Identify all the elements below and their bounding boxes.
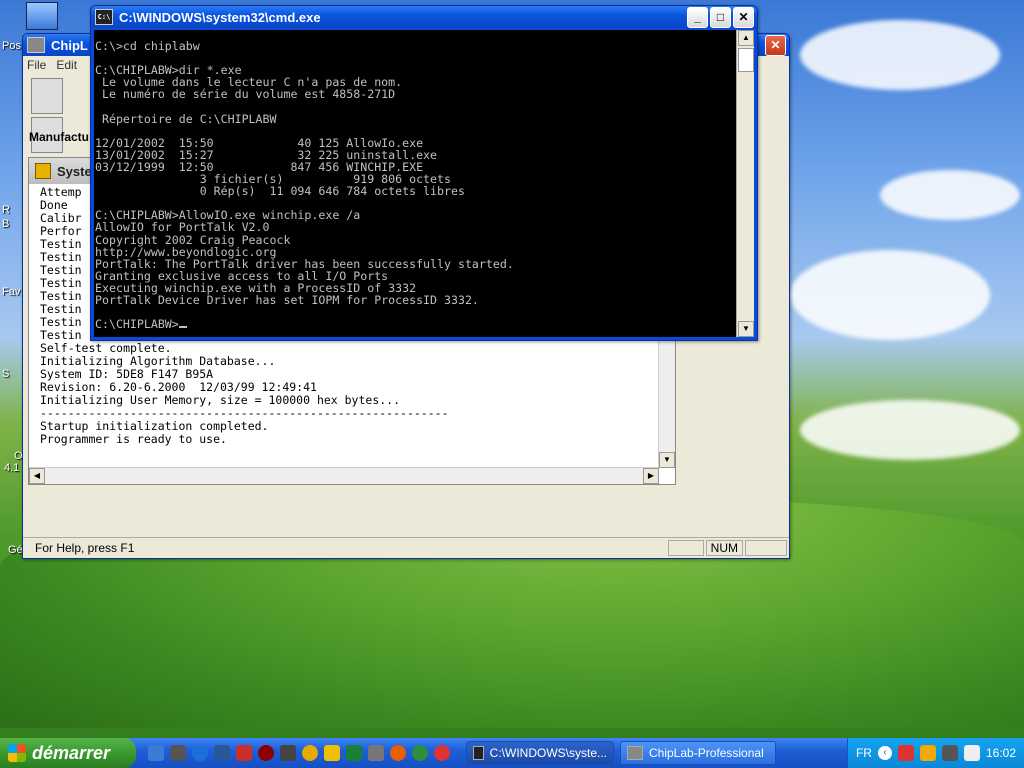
- close-icon[interactable]: ✕: [765, 34, 786, 56]
- cmd-titlebar[interactable]: C:\ C:\WINDOWS\system32\cmd.exe _ □ ✕: [91, 6, 757, 28]
- tray-icon[interactable]: [919, 745, 936, 761]
- language-indicator[interactable]: FR: [856, 746, 872, 760]
- quick-launch: [148, 745, 450, 761]
- task-cmd-label: C:\WINDOWS\syste...: [489, 746, 607, 760]
- acrobat-icon[interactable]: [236, 745, 252, 761]
- tool-icon[interactable]: [368, 745, 384, 761]
- my-computer-icon[interactable]: [26, 2, 58, 30]
- cmd-app-icon: C:\: [95, 9, 113, 25]
- media-player-icon[interactable]: [302, 745, 318, 761]
- text-cursor: [178, 326, 187, 329]
- scroll-left-arrow-icon[interactable]: ◀: [29, 468, 45, 484]
- cmd-vertical-scrollbar[interactable]: ▲ ▼: [736, 30, 754, 337]
- desktop-label[interactable]: 4.1: [4, 462, 19, 474]
- start-label: démarrer: [32, 742, 111, 763]
- status-help-text: For Help, press F1: [35, 541, 135, 555]
- manufacturer-label: Manufactu: [29, 130, 89, 144]
- scroll-up-arrow-icon[interactable]: ▲: [738, 30, 754, 46]
- desktop-label[interactable]: Fav: [2, 286, 20, 298]
- task-chiplab[interactable]: ChipLab-Professional: [620, 741, 776, 765]
- cmd-output-text: C:\>cd chiplabw C:\CHIPLABW>dir *.exe Le…: [95, 39, 514, 332]
- cmd-console[interactable]: C:\>cd chiplabw C:\CHIPLABW>dir *.exe Le…: [94, 30, 736, 337]
- cmd-task-icon: [473, 746, 484, 760]
- chiplab-title: ChipL: [51, 37, 88, 53]
- chiplab-task-icon: [627, 746, 643, 760]
- cloud: [800, 20, 1000, 90]
- desktop-icon[interactable]: [148, 745, 164, 761]
- cloud: [790, 250, 990, 340]
- windows-flag-icon: [8, 744, 26, 762]
- chiplab-statusbar: For Help, press F1 NUM: [23, 537, 789, 558]
- minimize-button[interactable]: _: [687, 6, 708, 28]
- desktop-label[interactable]: S: [2, 368, 9, 380]
- chiplab-app-icon: [27, 37, 45, 53]
- clock[interactable]: 16:02: [986, 746, 1016, 760]
- cloud: [800, 400, 1020, 460]
- maximize-button[interactable]: □: [710, 6, 731, 28]
- media-icon[interactable]: [280, 745, 296, 761]
- device-icon[interactable]: [31, 78, 63, 114]
- task-cmd[interactable]: C:\WINDOWS\syste...: [466, 741, 614, 765]
- system-window-icon: [35, 163, 51, 179]
- app-icon[interactable]: [258, 745, 274, 761]
- close-button[interactable]: ✕: [733, 6, 754, 28]
- taskbar: démarrer C:\WINDOWS\syste... ChipLab-Pro…: [0, 738, 1024, 768]
- chevron-left-icon[interactable]: ‹: [877, 746, 892, 760]
- desktop-label[interactable]: Gé: [8, 544, 23, 556]
- system-horizontal-scrollbar[interactable]: ◀ ▶: [29, 467, 659, 484]
- scroll-right-arrow-icon[interactable]: ▶: [643, 468, 659, 484]
- desktop-label[interactable]: B: [2, 218, 9, 230]
- word-icon[interactable]: [214, 745, 230, 761]
- tray-icon[interactable]: [897, 745, 914, 761]
- speaker-icon[interactable]: [963, 745, 980, 761]
- cmd-scroll-thumb[interactable]: [738, 48, 754, 72]
- system-tray: FR ‹ 16:02: [846, 738, 1024, 768]
- chiplab-toolbar: [31, 78, 97, 153]
- cmd-title: C:\WINDOWS\system32\cmd.exe: [119, 9, 321, 25]
- cmd-window[interactable]: C:\ C:\WINDOWS\system32\cmd.exe _ □ ✕ C:…: [90, 5, 758, 341]
- cloud: [880, 170, 1020, 220]
- system-window-title: Syste: [57, 163, 92, 179]
- network-icon[interactable]: [941, 745, 958, 761]
- clock-icon[interactable]: [324, 745, 340, 761]
- excel-icon[interactable]: [346, 745, 362, 761]
- scroll-down-arrow-icon[interactable]: ▼: [659, 452, 675, 468]
- status-num: NUM: [705, 540, 743, 556]
- desktop-label[interactable]: R: [2, 204, 10, 216]
- scroll-down-arrow-icon[interactable]: ▼: [738, 321, 754, 337]
- network-icon[interactable]: [412, 745, 428, 761]
- desktop-label[interactable]: Pos: [2, 40, 21, 52]
- menu-file[interactable]: File: [27, 58, 46, 72]
- chiplab-menubar: File Edit: [27, 58, 77, 72]
- firefox-icon[interactable]: [390, 745, 406, 761]
- task-chiplab-label: ChipLab-Professional: [649, 746, 764, 760]
- settings-icon[interactable]: [170, 745, 186, 761]
- start-button[interactable]: démarrer: [0, 738, 136, 768]
- menu-edit[interactable]: Edit: [56, 58, 77, 72]
- status-cell-empty: [667, 540, 704, 556]
- internet-explorer-icon[interactable]: [192, 745, 208, 761]
- status-cell-empty: [745, 540, 787, 556]
- app-icon[interactable]: [434, 745, 450, 761]
